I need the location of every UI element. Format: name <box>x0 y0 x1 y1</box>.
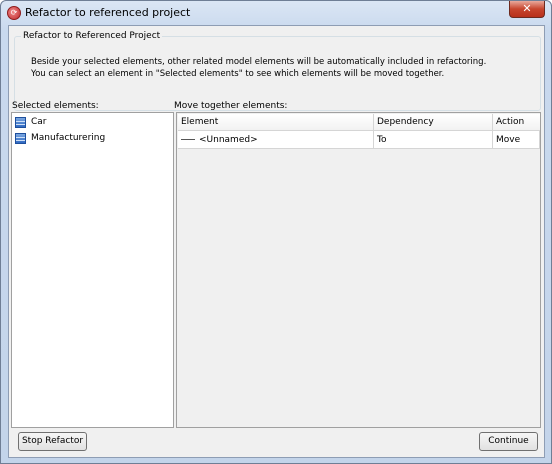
list-item[interactable]: Manufacturering <box>15 130 105 146</box>
move-together-label: Move together elements: <box>174 101 288 111</box>
close-button[interactable]: ✕ <box>509 1 545 18</box>
list-item-label: Car <box>31 117 47 127</box>
description-text: Beside your selected elements, other rel… <box>31 56 486 80</box>
cell-element-text: <Unnamed> <box>199 135 258 145</box>
cell-dependency: To <box>374 131 493 149</box>
cell-action: Move <box>493 131 540 149</box>
list-item-label: Manufacturering <box>31 133 106 143</box>
window-title: Refactor to referenced project <box>25 6 191 19</box>
description-line-2: You can select an element in "Selected e… <box>31 69 445 79</box>
continue-button[interactable]: Continue <box>479 432 538 451</box>
info-group: Refactor to Referenced Project Beside yo… <box>14 31 541 111</box>
column-header-element[interactable]: Element <box>178 114 374 131</box>
list-item[interactable]: Car <box>15 114 47 130</box>
title-bar[interactable]: ⟳ Refactor to referenced project ✕ <box>1 1 551 25</box>
dialog-client-area: Refactor to Referenced Project Beside yo… <box>8 25 545 458</box>
vp-logo-icon: ⟳ <box>7 6 21 20</box>
table-header: Element Dependency Action <box>178 114 540 131</box>
group-title: Refactor to Referenced Project <box>21 31 163 41</box>
association-icon <box>181 139 195 140</box>
dialog-window: ⟳ Refactor to referenced project ✕ Refac… <box>0 0 552 464</box>
selected-elements-label: Selected elements: <box>12 101 99 111</box>
table-row[interactable]: <Unnamed> To Move <box>178 131 540 149</box>
column-header-action[interactable]: Action <box>493 114 540 131</box>
selected-elements-list[interactable]: Car Manufacturering <box>11 112 174 428</box>
column-header-dependency[interactable]: Dependency <box>374 114 493 131</box>
description-line-1: Beside your selected elements, other rel… <box>31 57 487 67</box>
class-icon <box>15 116 26 128</box>
stop-refactor-button[interactable]: Stop Refactor <box>18 432 87 451</box>
move-together-table[interactable]: Element Dependency Action <Unnamed> To M… <box>176 112 541 428</box>
class-icon <box>15 132 26 144</box>
cell-element: <Unnamed> <box>178 131 374 149</box>
